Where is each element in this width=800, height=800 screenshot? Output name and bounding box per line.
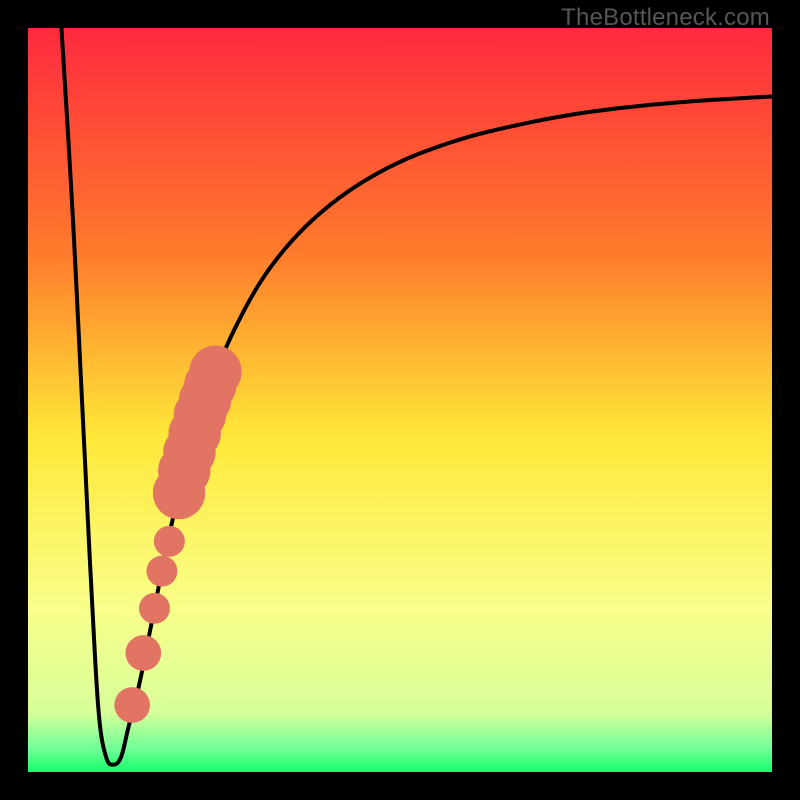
chart-frame (28, 28, 772, 772)
marker-point (154, 526, 185, 557)
marker-point (114, 687, 150, 723)
marker-point (189, 346, 241, 398)
marker-point (139, 593, 170, 624)
marker-point (125, 635, 161, 671)
chart-svg (28, 28, 772, 772)
watermark-text: TheBottleneck.com (561, 4, 770, 32)
marker-point (146, 556, 177, 587)
